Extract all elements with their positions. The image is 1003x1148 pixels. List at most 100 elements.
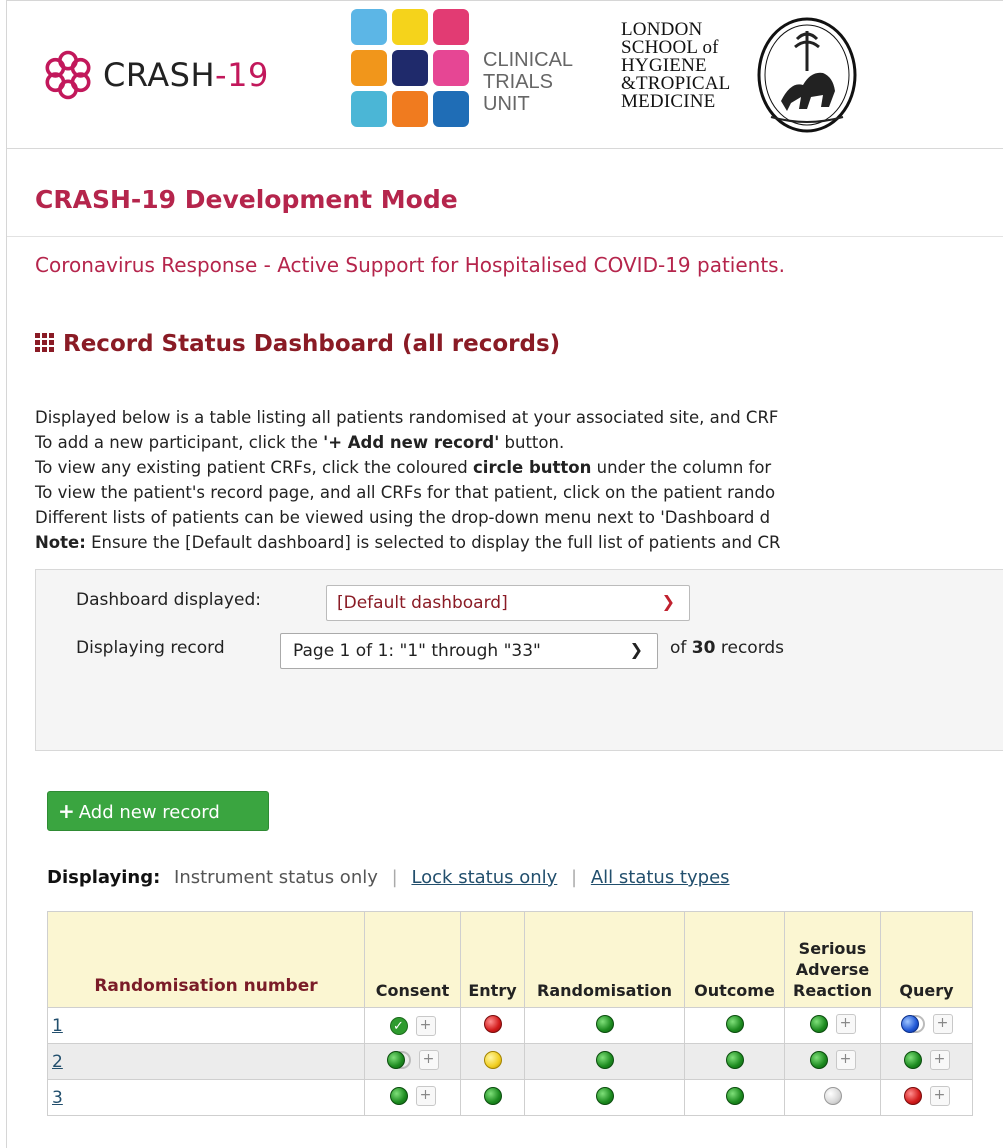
record-id-cell: 2 — [47, 1043, 365, 1080]
record-link[interactable]: 2 — [52, 1052, 63, 1072]
col-query: Query — [880, 911, 973, 1008]
instruction-line: To view the patient's record page, and a… — [35, 483, 776, 502]
option-lock-status-link[interactable]: Lock status only — [411, 867, 557, 888]
query-cell: + — [880, 1043, 973, 1080]
record-id-cell: 1 — [47, 1007, 365, 1044]
add-instance-button[interactable]: + — [932, 1014, 953, 1034]
complete-status-icon[interactable] — [725, 1050, 744, 1069]
ctu-wordmark: CLINICAL TRIALS UNIT — [483, 49, 574, 115]
instruction-note: Note: Ensure the [Default dashboard] is … — [35, 533, 781, 552]
unverified-status-icon[interactable] — [483, 1050, 502, 1069]
consent-cell: ✓ + — [364, 1007, 461, 1044]
ctu-tiles — [351, 9, 473, 131]
lshtm-wordmark: LONDON SCHOOL of HYGIENE &TROPICAL MEDIC… — [621, 19, 731, 112]
add-new-record-button[interactable]: + Add new record — [47, 791, 269, 831]
table-row: 1 ✓ + + + — [47, 1007, 973, 1044]
record-link[interactable]: 1 — [52, 1016, 63, 1036]
complete-status-icon[interactable] — [809, 1051, 828, 1069]
instruction-line: Displayed below is a table listing all p… — [35, 408, 779, 427]
sar-cell: + — [784, 1007, 881, 1044]
plus-icon: + — [58, 799, 75, 823]
crash19-wordmark: CRASH-19 — [103, 56, 269, 94]
chevron-down-icon: ❯ — [629, 640, 643, 659]
add-instance-button[interactable]: + — [929, 1086, 950, 1106]
add-instance-button[interactable]: + — [835, 1014, 856, 1034]
lshtm-logo: LONDON SCHOOL of HYGIENE &TROPICAL MEDIC… — [619, 11, 869, 135]
project-title-bar: CRASH-19 Development Mode — [7, 163, 1003, 237]
query-cell: + — [880, 1079, 973, 1116]
add-instance-button[interactable]: + — [415, 1016, 436, 1036]
record-status-table: Randomisation number Consent Entry Rando… — [47, 911, 973, 1116]
lshtm-crest-icon — [757, 17, 857, 133]
add-instance-button[interactable]: + — [418, 1050, 439, 1070]
add-instance-button[interactable]: + — [929, 1050, 950, 1070]
chevron-down-icon: ❯ — [661, 592, 675, 611]
col-entry: Entry — [460, 911, 525, 1008]
option-instrument-status: Instrument status only — [174, 867, 378, 888]
complete-status-icon[interactable] — [483, 1086, 502, 1105]
dashboard-filter-panel: Dashboard displayed: [Default dashboard]… — [35, 569, 1003, 751]
app-frame: CRASH-19 CLINICAL TRIALS UNIT LONDON SCH… — [6, 0, 1003, 1148]
ctu-logo: CLINICAL TRIALS UNIT — [351, 9, 601, 133]
grid-icon — [35, 333, 54, 352]
consent-cell: + — [364, 1079, 461, 1116]
multiple-instances-icon[interactable] — [900, 1015, 925, 1033]
col-consent: Consent — [364, 911, 461, 1008]
complete-status-icon[interactable] — [595, 1014, 614, 1033]
dashboard-select[interactable]: [Default dashboard] ❯ — [326, 585, 690, 621]
consent-cell: + — [364, 1043, 461, 1080]
instruction-line: To view any existing patient CRFs, click… — [35, 458, 772, 477]
complete-status-icon[interactable] — [595, 1086, 614, 1105]
outcome-cell — [684, 1079, 785, 1116]
add-instance-button[interactable]: + — [835, 1050, 856, 1070]
complete-status-icon[interactable] — [595, 1050, 614, 1069]
record-page-select[interactable]: Page 1 of 1: "1" through "33" ❯ — [280, 633, 658, 669]
entry-cell — [460, 1043, 525, 1080]
table-row: 3 + + — [47, 1079, 973, 1116]
dashboard-heading-text: Record Status Dashboard (all records) — [63, 331, 561, 357]
outcome-cell — [684, 1007, 785, 1044]
add-instance-button[interactable]: + — [415, 1086, 436, 1106]
crash19-logo: CRASH-19 — [41, 45, 269, 105]
col-randomisation-number: Randomisation number — [47, 911, 365, 1008]
dashboard-heading: Record Status Dashboard (all records) — [35, 331, 560, 357]
table-row: 2 + + + — [47, 1043, 973, 1080]
complete-status-icon[interactable] — [725, 1014, 744, 1033]
option-all-status-link[interactable]: All status types — [591, 867, 730, 888]
instruction-line: To add a new participant, click the '+ A… — [35, 433, 565, 452]
entry-cell — [460, 1007, 525, 1044]
randomisation-cell — [524, 1007, 685, 1044]
table-header-row: Randomisation number Consent Entry Rando… — [47, 911, 973, 1008]
dashboard-displayed-label: Dashboard displayed: — [76, 590, 261, 610]
sar-cell — [784, 1079, 881, 1116]
complete-status-icon[interactable] — [725, 1086, 744, 1105]
header-logos: CRASH-19 CLINICAL TRIALS UNIT LONDON SCH… — [7, 1, 1003, 149]
no-data-status-icon[interactable] — [823, 1086, 842, 1105]
record-id-cell: 3 — [47, 1079, 365, 1116]
multiple-instances-icon[interactable] — [386, 1051, 411, 1069]
record-link[interactable]: 3 — [52, 1088, 63, 1108]
sar-cell: + — [784, 1043, 881, 1080]
entry-cell — [460, 1079, 525, 1116]
display-options: Displaying: Instrument status only | Loc… — [47, 867, 730, 888]
randomisation-cell — [524, 1079, 685, 1116]
outcome-cell — [684, 1043, 785, 1080]
incomplete-status-icon[interactable] — [483, 1014, 502, 1033]
incomplete-status-icon[interactable] — [903, 1087, 922, 1105]
instruction-line: Different lists of patients can be viewe… — [35, 508, 771, 527]
crash-flower-icon — [45, 50, 91, 100]
instructions: Displayed below is a table listing all p… — [35, 405, 781, 555]
col-serious-adverse-reaction: Serious Adverse Reaction — [784, 911, 881, 1008]
complete-status-icon[interactable]: ✓ — [389, 1017, 408, 1035]
displaying-label: Displaying: — [47, 867, 161, 888]
complete-status-icon[interactable] — [809, 1015, 828, 1033]
randomisation-cell — [524, 1043, 685, 1080]
project-title: CRASH-19 Development Mode — [35, 185, 458, 214]
complete-status-icon[interactable] — [903, 1051, 922, 1069]
col-randomisation: Randomisation — [524, 911, 685, 1008]
col-outcome: Outcome — [684, 911, 785, 1008]
complete-status-icon[interactable] — [389, 1087, 408, 1105]
query-cell: + — [880, 1007, 973, 1044]
record-count: of 30 records — [670, 638, 785, 658]
project-subtitle: Coronavirus Response - Active Support fo… — [35, 253, 785, 277]
